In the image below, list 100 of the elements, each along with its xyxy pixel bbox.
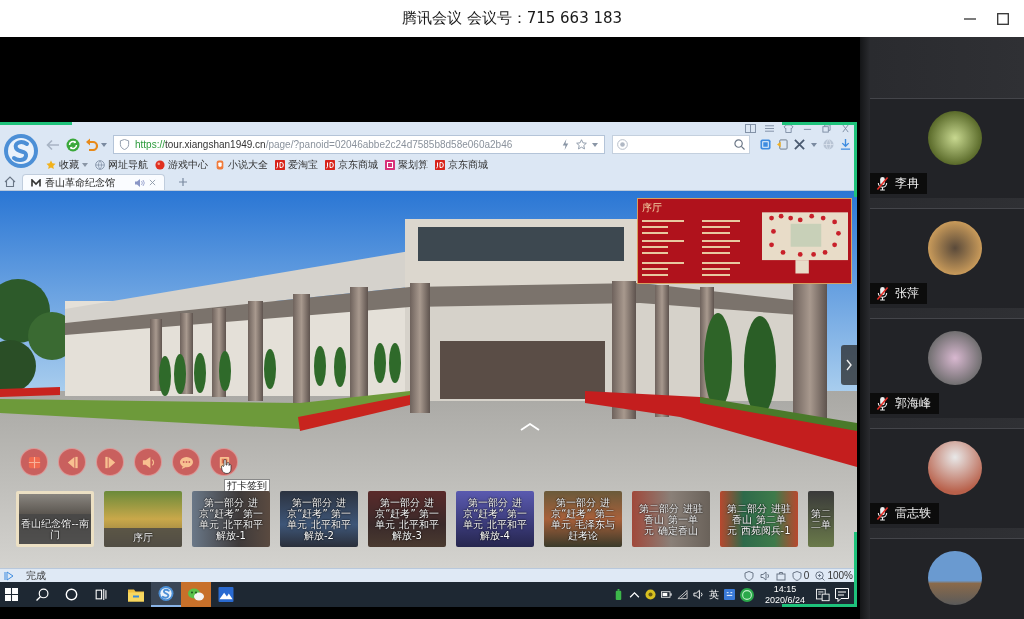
home-icon[interactable] (4, 176, 16, 187)
download-icon[interactable] (840, 139, 851, 150)
flower-bed (0, 387, 60, 397)
caret-icon[interactable] (82, 163, 88, 167)
caret-icon[interactable] (592, 142, 598, 147)
zoom-button[interactable]: 100% (815, 570, 853, 581)
site-logo-icon (31, 178, 41, 187)
shrub (374, 343, 386, 383)
pillar (150, 319, 162, 391)
shop-logo-icon (435, 160, 445, 170)
bookmark-link[interactable]: 小说大全 (215, 158, 268, 172)
side-arrow-button[interactable] (841, 345, 857, 385)
shrub (159, 356, 171, 396)
bookmark-link[interactable]: 京东商城 (435, 158, 488, 172)
clock[interactable]: 14:15 2020/6/24 (764, 583, 805, 606)
briefcase-icon[interactable] (775, 570, 786, 581)
scissors-icon[interactable] (794, 139, 805, 150)
star-icon (46, 160, 56, 170)
shield-icon[interactable] (743, 570, 754, 581)
shrub (174, 354, 186, 394)
menu-icon[interactable] (764, 124, 775, 133)
speaker-icon (140, 454, 156, 470)
speaker-icon[interactable] (135, 178, 145, 187)
status-text: 完成 (26, 569, 46, 582)
scene-thumbnail[interactable]: 第二部分 进驻香山 第二单元 西苑阅兵-1 (720, 491, 798, 547)
avatar-placeholder (928, 111, 982, 165)
star-icon[interactable] (576, 139, 587, 150)
book-icon (215, 160, 225, 170)
target-icon[interactable] (644, 589, 656, 600)
wifi-icon[interactable] (676, 589, 688, 600)
shrub (264, 349, 276, 389)
shrub (194, 353, 206, 393)
hand-cursor-icon (221, 459, 232, 474)
close-icon[interactable] (840, 124, 851, 133)
search-icon[interactable] (36, 588, 49, 601)
shield-icon (791, 570, 802, 581)
bookmark-link[interactable]: 聚划算 (385, 158, 428, 172)
caret-icon[interactable] (811, 142, 817, 147)
scene-thumbnail[interactable]: 第一部分 进京“赶考” 第一单元 北平和平解放-4 (456, 491, 534, 547)
taskbar-button[interactable] (151, 582, 181, 607)
scene-thumbnail[interactable]: 第二二单 (808, 491, 834, 547)
refresh-icon[interactable] (66, 137, 80, 152)
deal-logo-icon (385, 160, 395, 170)
photos-icon (26, 454, 42, 470)
bookmark-link[interactable]: 京东商城 (325, 158, 378, 172)
scene-thumbnail[interactable]: 第一部分 进京“赶考” 第二单元 毛泽东与赶考论 (544, 491, 622, 547)
play-icon[interactable] (4, 570, 14, 581)
globe-icon (95, 160, 105, 170)
windows-logo-icon[interactable] (5, 588, 18, 601)
battery-icon[interactable] (660, 589, 672, 600)
shirt-icon[interactable] (783, 124, 794, 133)
bookmark-link[interactable]: 网址导航 (95, 158, 148, 172)
new-tab-icon[interactable] (179, 178, 187, 186)
screenshot-icon[interactable] (760, 139, 771, 150)
maximize-icon[interactable] (997, 12, 1009, 25)
circle-icon[interactable] (65, 588, 78, 601)
mountain-app-icon (218, 587, 234, 602)
search-engine-icon[interactable] (617, 139, 628, 150)
scene-thumbnail[interactable]: 第二部分 进驻香山 第一单元 确定香山 (632, 491, 710, 547)
scene-thumbnail[interactable]: 香山纪念馆--南门 (16, 491, 94, 547)
next-icon (102, 454, 118, 470)
sidebar-icon[interactable] (745, 124, 756, 133)
bookmark-link[interactable]: 爱淘宝 (275, 158, 318, 172)
caret-icon[interactable] (101, 142, 107, 147)
chevron-up-icon[interactable] (628, 589, 640, 600)
shrub (334, 347, 346, 387)
search-field[interactable] (612, 135, 750, 154)
scene-thumbnail[interactable]: 第一部分 进京“赶考” 第一单元 北平和平解放-1 (192, 491, 270, 547)
lightning-icon[interactable] (560, 139, 571, 150)
tree (0, 340, 36, 392)
action-center-icon[interactable] (835, 587, 849, 602)
keyboard-icon[interactable] (723, 589, 735, 600)
shrub (389, 343, 401, 383)
address-field[interactable]: https://tour.xiangshan1949.cn/page/?panoid=02046abbe2c24d7585b8d58e060a2b46 (113, 135, 605, 154)
task-view-icon[interactable] (94, 588, 107, 601)
scene-thumbnail[interactable]: 序厅 (104, 491, 182, 547)
ring-badge-icon[interactable] (739, 587, 754, 602)
browser-tab[interactable]: 香山革命纪念馆 (22, 174, 165, 190)
shrub (219, 351, 231, 391)
speaker-icon[interactable] (759, 570, 770, 581)
volume-icon[interactable] (692, 589, 704, 600)
avatar-placeholder (928, 441, 982, 495)
map-title: 序厅 (642, 202, 663, 215)
tree (0, 279, 50, 343)
notification-icon[interactable] (816, 587, 830, 602)
chat-bubble-icon (178, 454, 194, 470)
shop-logo-icon (275, 160, 285, 170)
undo-arrow-icon[interactable] (86, 138, 98, 151)
input-method-button[interactable]: 英 (708, 587, 719, 602)
avatar-placeholder (928, 551, 982, 605)
folder-icon (128, 587, 144, 602)
scene-thumbnail[interactable]: 第一部分 进京“赶考” 第一单元 北平和平解放-3 (368, 491, 446, 547)
blocked-count-button[interactable]: 0 (791, 570, 810, 581)
back-arrow-icon[interactable] (46, 137, 60, 152)
scene-thumbnail[interactable]: 第一部分 进京“赶考” 第一单元 北平和平解放-2 (280, 491, 358, 547)
close-icon[interactable] (149, 179, 156, 186)
bookmark-link[interactable]: 收藏 (46, 158, 88, 172)
bookmark-link[interactable]: 游戏中心 (155, 158, 208, 172)
restore-icon[interactable] (821, 124, 832, 133)
extension-icon[interactable] (777, 139, 788, 150)
